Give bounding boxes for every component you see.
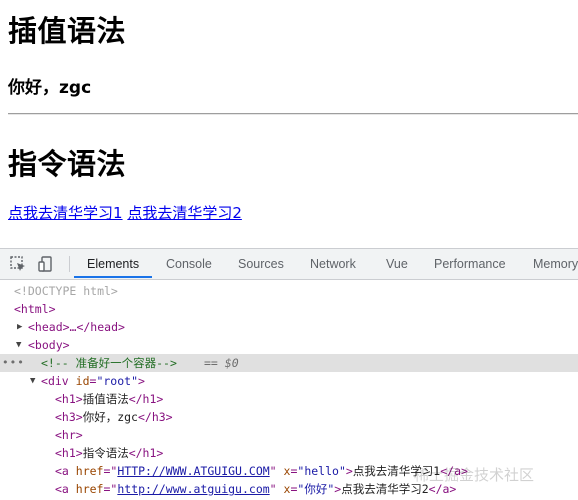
inspect-element-icon[interactable] (9, 255, 27, 273)
collapse-triangle-icon[interactable]: ▼ (16, 336, 21, 354)
link-tsinghua-2[interactable]: 点我去清华学习2 (127, 204, 242, 222)
active-tab-indicator (74, 276, 152, 278)
tree-node-doctype[interactable]: <!DOCTYPE html> (0, 282, 578, 300)
tree-node-hr[interactable]: <hr> (0, 426, 578, 444)
device-toggle-icon[interactable] (37, 255, 55, 273)
greeting-text: 你好，zgc (8, 78, 92, 98)
link-tsinghua-1[interactable]: 点我去清华学习1 (8, 204, 123, 222)
horizontal-rule (8, 113, 578, 115)
tree-node-html[interactable]: <html> (0, 300, 578, 318)
heading-directive: 指令语法 (8, 147, 127, 181)
tab-memory[interactable]: Memory (533, 249, 578, 279)
more-options-icon[interactable]: ••• (2, 354, 25, 372)
tree-node-head[interactable]: ▶ <head>…</head> (0, 318, 578, 336)
devtools-panel: Elements Console Sources Network Vue Per… (0, 248, 578, 500)
tree-node-h1-directive[interactable]: <h1>指令语法</h1> (0, 444, 578, 462)
watermark-text: 稀土掘金技术社区 (414, 466, 535, 484)
tab-vue[interactable]: Vue (386, 249, 408, 279)
tab-network[interactable]: Network (310, 249, 356, 279)
links-row: 点我去清华学习1 点我去清华学习2 (8, 202, 242, 223)
heading-interpolation: 插值语法 (8, 14, 127, 48)
tab-sources[interactable]: Sources (238, 249, 284, 279)
collapse-triangle-icon[interactable]: ▼ (30, 372, 35, 390)
tree-node-body[interactable]: ▼ <body> (0, 336, 578, 354)
expand-triangle-icon[interactable]: ▶ (17, 318, 22, 336)
tree-node-div-root[interactable]: ▼ <div id="root"> (0, 372, 578, 390)
tree-node-h3[interactable]: <h3>你好，zgc</h3> (0, 408, 578, 426)
tab-performance[interactable]: Performance (434, 249, 506, 279)
toolbar-separator (69, 256, 70, 272)
tab-elements[interactable]: Elements (87, 249, 139, 279)
tree-node-comment-selected[interactable]: ••• <!-- 准备好一个容器--> == $0 (0, 354, 578, 372)
tree-node-h1-interpolation[interactable]: <h1>插值语法</h1> (0, 390, 578, 408)
devtools-tabbar: Elements Console Sources Network Vue Per… (0, 249, 578, 280)
rendered-page: 插值语法 你好，zgc 指令语法 点我去清华学习1 点我去清华学习2 (0, 0, 578, 248)
tab-console[interactable]: Console (166, 249, 212, 279)
